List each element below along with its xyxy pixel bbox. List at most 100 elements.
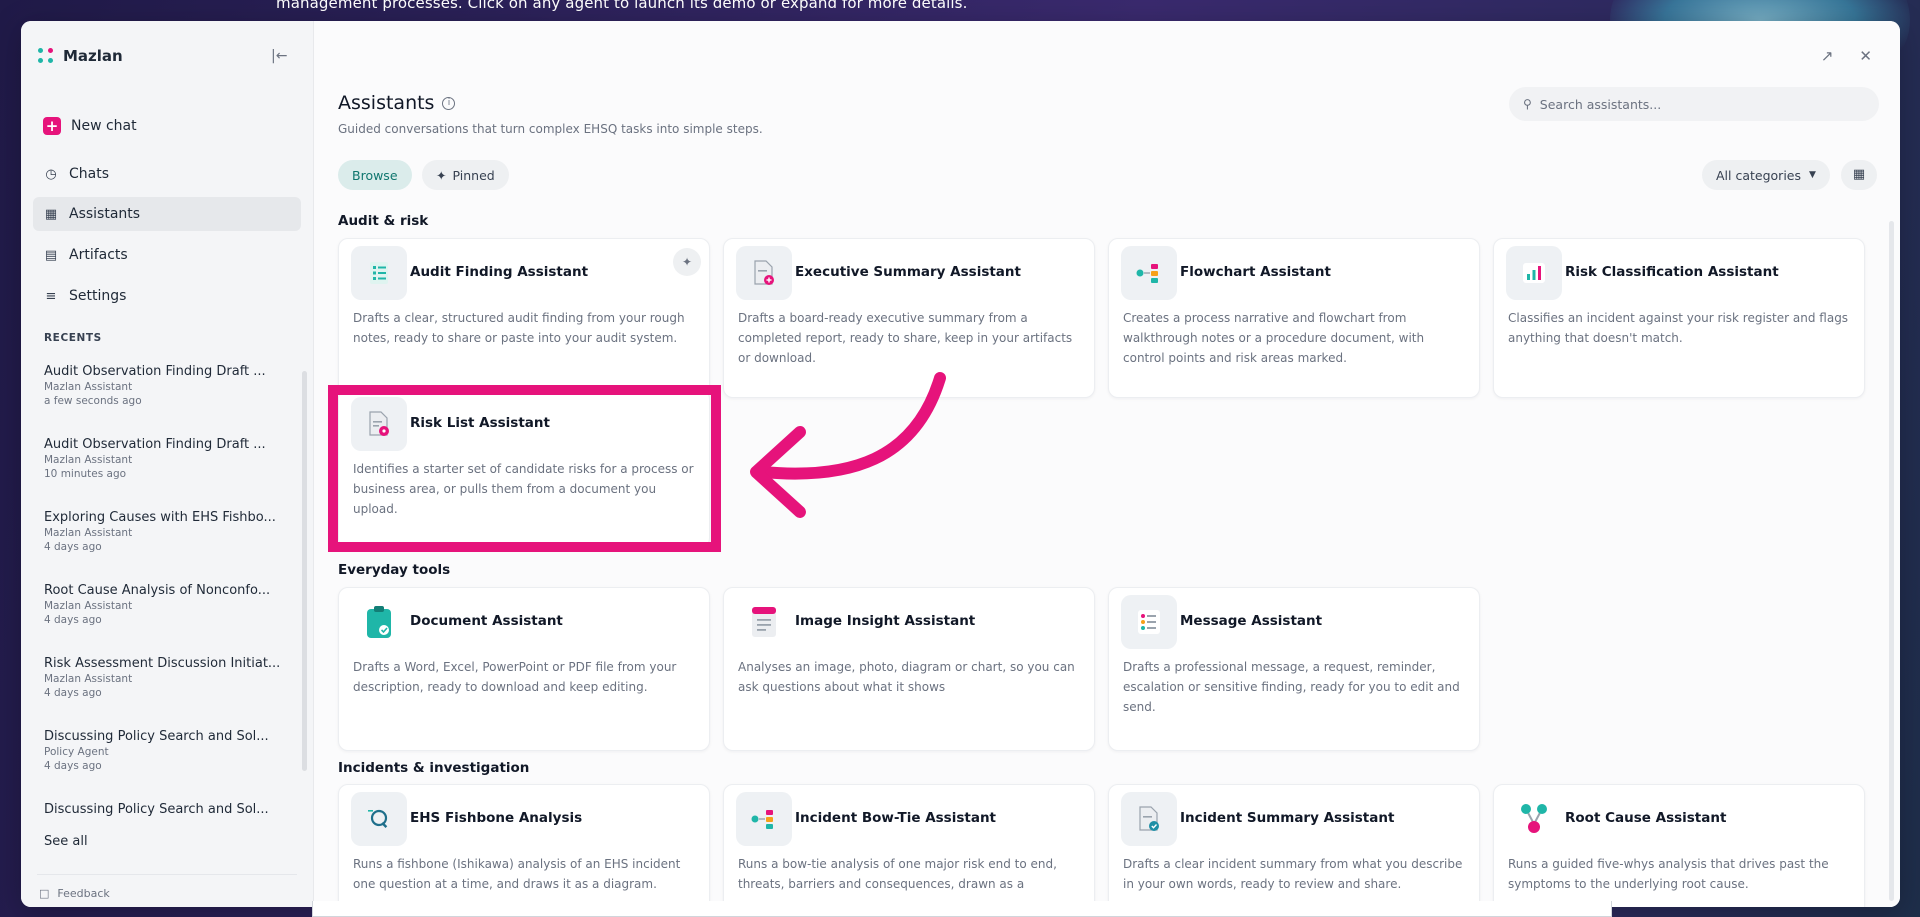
message-list-icon <box>1121 595 1177 649</box>
card-title: Flowchart Assistant <box>1180 264 1331 280</box>
card-description: Drafts a clear incident summary from wha… <box>1123 857 1463 891</box>
tab-browse[interactable]: Browse <box>338 160 412 190</box>
recent-chat-item[interactable]: Exploring Causes with EHS Fishbo... Mazl… <box>44 510 294 553</box>
category-select[interactable]: All categories ▼ <box>1702 160 1830 190</box>
plus-icon: + <box>43 117 61 135</box>
root-node-icon <box>1506 792 1562 846</box>
assistant-card[interactable]: Risk Classification Assistant Classifies… <box>1493 238 1865 398</box>
assistant-card[interactable]: Audit Finding Assistant Drafts a clear, … <box>338 238 710 398</box>
recent-chat-item[interactable]: Discussing Policy Search and Sol... <box>44 802 294 817</box>
card-description: Runs a guided five-whys analysis that dr… <box>1508 857 1829 891</box>
recent-time: 10 minutes ago <box>44 468 127 480</box>
card-description: Analyses an image, photo, diagram or cha… <box>738 660 1075 694</box>
section-heading: Incidents & investigation <box>338 760 530 776</box>
bar-chart-icon <box>1506 246 1562 300</box>
flowchart-icon <box>1121 246 1177 300</box>
card-description: Runs a bow-tie analysis of one major ris… <box>738 857 1057 891</box>
close-icon[interactable]: ✕ <box>1859 47 1872 65</box>
sidebar-item-label: Settings <box>69 288 127 304</box>
assistant-card[interactable]: Image Insight Assistant Analyses an imag… <box>723 587 1095 751</box>
sidebar-item-chats[interactable]: ◷ Chats <box>33 157 301 191</box>
recent-agent: Mazlan Assistant <box>44 454 133 466</box>
collapse-sidebar-icon[interactable]: |← <box>271 48 287 64</box>
sliders-icon: ≡ <box>45 288 57 304</box>
card-title: Document Assistant <box>410 613 563 629</box>
grid-view-icon[interactable]: ▦ <box>1841 160 1877 190</box>
sidebar-item-settings[interactable]: ≡ Settings <box>33 279 301 313</box>
recent-title: Audit Observation Finding Draft ... <box>44 364 266 379</box>
assistant-card[interactable]: Flowchart Assistant Creates a process na… <box>1108 238 1480 398</box>
recent-title: Risk Assessment Discussion Initiat... <box>44 656 281 671</box>
brand[interactable]: Mazlan <box>37 47 123 65</box>
recent-agent: Mazlan Assistant <box>44 527 133 539</box>
card-description: Classifies an incident against your risk… <box>1508 311 1849 345</box>
main-scrollbar[interactable] <box>1889 221 1894 901</box>
recent-agent: Mazlan Assistant <box>44 600 133 612</box>
feedback-label: Feedback <box>57 887 110 900</box>
assistant-card[interactable]: Root Cause Assistant Runs a guided five-… <box>1493 784 1865 907</box>
bottom-edge <box>312 901 1612 917</box>
card-description: Drafts a board-ready executive summary f… <box>738 311 1073 365</box>
expand-icon[interactable]: ↗ <box>1821 47 1834 65</box>
chat-icon: ◷ <box>45 166 57 182</box>
card-title: Message Assistant <box>1180 613 1323 629</box>
sidebar-scrollbar[interactable] <box>302 371 307 771</box>
pin-icon: ✦ <box>436 167 447 183</box>
chevron-down-icon: ▼ <box>1809 170 1816 180</box>
fishbone-icon <box>351 792 407 846</box>
tab-label: Pinned <box>452 167 495 183</box>
recent-title: Discussing Policy Search and Sol... <box>44 802 269 817</box>
recent-time: 4 days ago <box>44 760 102 772</box>
card-description: Drafts a professional message, a request… <box>1123 660 1460 714</box>
assistant-card[interactable]: Incident Summary Assistant Drafts a clea… <box>1108 784 1480 907</box>
recents-heading: RECENTS <box>44 332 102 344</box>
see-all-link[interactable]: See all <box>44 834 88 849</box>
search-input[interactable] <box>1539 96 1860 112</box>
recent-chat-item[interactable]: Audit Observation Finding Draft ... Mazl… <box>44 437 294 480</box>
card-title: Risk Classification Assistant <box>1565 264 1779 280</box>
recent-title: Root Cause Analysis of Nonconfo... <box>44 583 271 598</box>
new-chat-label: New chat <box>71 118 137 134</box>
card-title: Executive Summary Assistant <box>795 264 1021 280</box>
image-doc-icon <box>736 595 792 649</box>
recent-agent: Mazlan Assistant <box>44 673 133 685</box>
pin-icon[interactable]: ✦ <box>673 248 701 276</box>
card-description: Drafts a clear, structured audit finding… <box>353 311 685 345</box>
logo-icon <box>37 47 55 65</box>
assistant-card[interactable]: EHS Fishbone Analysis Runs a fishbone (I… <box>338 784 710 907</box>
sidebar: Mazlan |← + New chat ◷ Chats ▦ Assistant… <box>21 21 314 907</box>
annotation-arrow-icon <box>750 372 946 518</box>
bowtie-icon <box>736 792 792 846</box>
card-title: Image Insight Assistant <box>795 613 976 629</box>
recent-chat-item[interactable]: Root Cause Analysis of Nonconfo... Mazla… <box>44 583 294 626</box>
search-box: ⚲ <box>1509 87 1879 121</box>
page-subtitle: Guided conversations that turn complex E… <box>338 122 763 136</box>
recent-title: Exploring Causes with EHS Fishbo... <box>44 510 276 525</box>
info-icon[interactable]: i <box>442 96 456 110</box>
feedback-icon: □ <box>39 887 50 900</box>
assistant-card[interactable]: Incident Bow-Tie Assistant Runs a bow-ti… <box>723 784 1095 907</box>
recent-title: Audit Observation Finding Draft ... <box>44 437 266 452</box>
assistant-card[interactable]: Document Assistant Drafts a Word, Excel,… <box>338 587 710 751</box>
sidebar-item-assistants[interactable]: ▦ Assistants <box>33 197 301 231</box>
category-select-value: All categories <box>1716 167 1801 183</box>
tab-pinned[interactable]: ✦ Pinned <box>422 160 509 190</box>
recent-time: 4 days ago <box>44 541 102 553</box>
recent-chat-item[interactable]: Discussing Policy Search and Sol... Poli… <box>44 729 294 772</box>
sidebar-item-label: Assistants <box>69 206 141 222</box>
feedback-button[interactable]: □ Feedback <box>37 874 297 900</box>
card-description: Runs a fishbone (Ishikawa) analysis of a… <box>353 857 681 891</box>
annotation-highlight-box <box>328 385 721 552</box>
assistant-card[interactable]: Message Assistant Drafts a professional … <box>1108 587 1480 751</box>
title-row: Assistants i <box>338 92 456 114</box>
sidebar-item-label: Chats <box>69 166 110 182</box>
document-icon: ▤ <box>44 247 58 263</box>
sidebar-item-artifacts[interactable]: ▤ Artifacts <box>33 238 301 272</box>
card-title: EHS Fishbone Analysis <box>410 810 583 826</box>
recent-time: 4 days ago <box>44 687 102 699</box>
recent-chat-item[interactable]: Audit Observation Finding Draft ... Mazl… <box>44 364 294 407</box>
recent-agent: Mazlan Assistant <box>44 381 133 393</box>
new-chat-button[interactable]: + New chat <box>33 109 301 143</box>
recent-chat-item[interactable]: Risk Assessment Discussion Initiat... Ma… <box>44 656 294 699</box>
sidebar-item-label: Artifacts <box>69 247 128 263</box>
